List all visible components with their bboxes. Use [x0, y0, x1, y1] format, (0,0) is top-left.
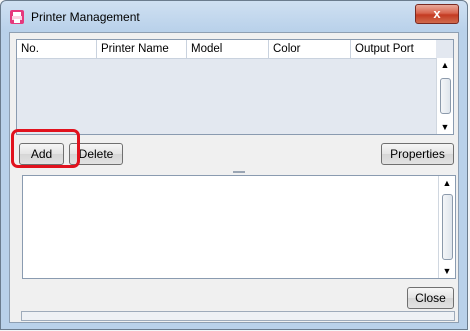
properties-button[interactable]: Properties — [381, 143, 454, 165]
printer-table-scrollbar[interactable]: ▲ ▼ — [436, 58, 453, 134]
details-panel[interactable]: ▲ ▼ — [22, 175, 456, 279]
window-close-button[interactable]: x — [415, 4, 459, 24]
column-header-printer-name[interactable]: Printer Name — [97, 40, 187, 58]
splitter-grip-icon — [233, 171, 245, 173]
printer-table[interactable]: No. Printer Name Model Color Output Port… — [16, 39, 454, 135]
status-bar — [21, 311, 455, 321]
close-x-icon: x — [433, 6, 441, 21]
scroll-up-arrow-icon[interactable]: ▲ — [437, 58, 453, 72]
column-header-color[interactable]: Color — [269, 40, 351, 58]
scroll-down-arrow-icon[interactable]: ▼ — [439, 264, 455, 278]
scroll-thumb[interactable] — [440, 78, 451, 114]
table-header: No. Printer Name Model Color Output Port — [17, 40, 436, 59]
title-bar[interactable]: Printer Management x — [1, 1, 467, 31]
column-header-model[interactable]: Model — [187, 40, 269, 58]
printer-icon — [10, 10, 24, 24]
scroll-up-arrow-icon[interactable]: ▲ — [439, 176, 455, 190]
add-button-highlight — [11, 129, 80, 168]
details-panel-scrollbar[interactable]: ▲ ▼ — [438, 176, 455, 278]
scroll-down-arrow-icon[interactable]: ▼ — [437, 120, 453, 134]
column-header-output-port[interactable]: Output Port — [351, 40, 439, 58]
scroll-thumb[interactable] — [442, 194, 453, 260]
window-title: Printer Management — [31, 10, 140, 24]
column-header-no[interactable]: No. — [17, 40, 97, 58]
close-button[interactable]: Close — [407, 287, 454, 309]
